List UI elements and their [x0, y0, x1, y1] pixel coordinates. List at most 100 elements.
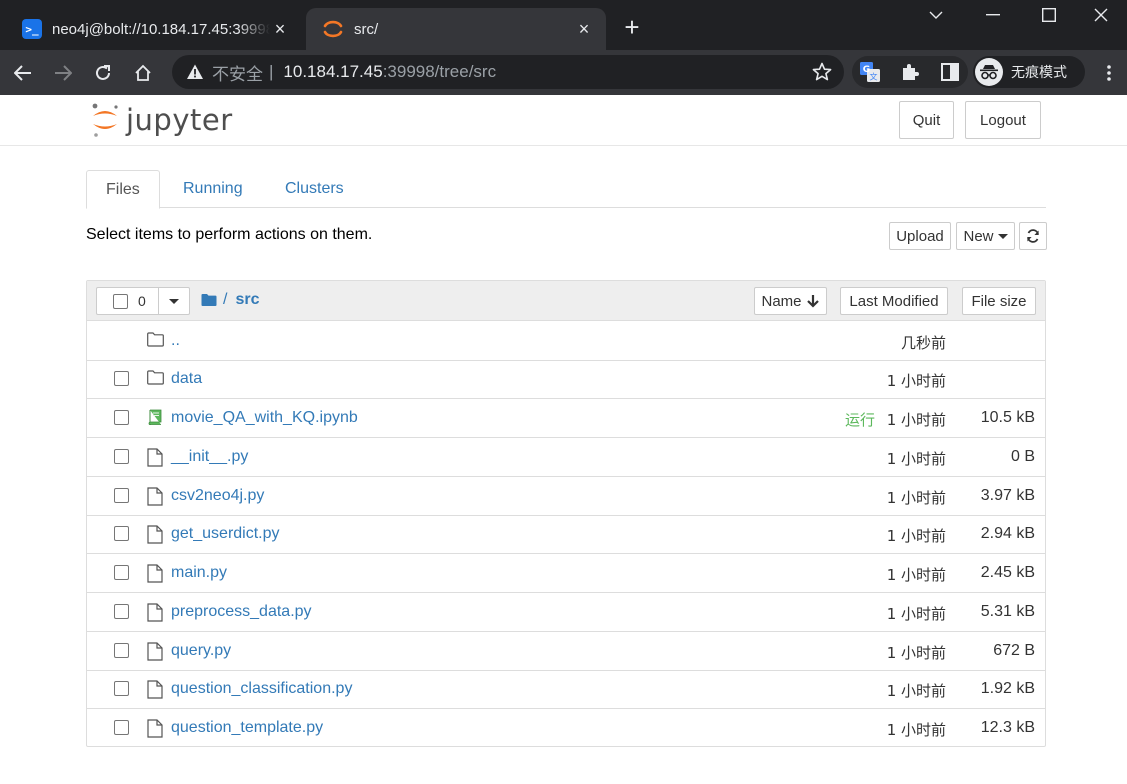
tab-title: src/ [354, 20, 379, 38]
file-row[interactable]: question_template.py 1 小时前 12.3 kB [87, 709, 1045, 748]
close-window-icon[interactable] [1075, 0, 1127, 30]
file-name-link[interactable]: csv2neo4j.py [171, 487, 264, 505]
folder-icon [147, 370, 164, 388]
file-icon [147, 448, 163, 467]
selection-hint: Select items to perform actions on them. [86, 226, 373, 243]
file-name-link[interactable]: preprocess_data.py [171, 603, 312, 621]
row-checkbox[interactable] [114, 604, 129, 619]
jupyter-logo[interactable]: jupyter [90, 101, 233, 139]
file-row[interactable]: __init__.py 1 小时前 0 B [87, 438, 1045, 477]
extensions-group: G 文 [852, 56, 968, 88]
file-name-link[interactable]: .. [171, 332, 180, 350]
checkbox[interactable] [113, 293, 128, 309]
tab-neo4j-terminal[interactable]: >_ neo4j@bolt://10.184.17.45:39998 × [6, 8, 302, 50]
file-icon [147, 525, 163, 544]
file-size: 10.5 kB [980, 409, 1035, 426]
file-size: 672 B [993, 642, 1035, 659]
tab-files[interactable]: Files [86, 170, 160, 209]
select-dropdown-button[interactable] [158, 288, 189, 314]
quit-button[interactable]: Quit [899, 101, 954, 139]
file-row[interactable]: preprocess_data.py 1 小时前 5.31 kB [87, 593, 1045, 632]
forward-arrow-icon[interactable] [47, 57, 79, 89]
last-modified: 1 小时前 [886, 372, 946, 390]
file-icon [147, 719, 163, 738]
upload-button[interactable]: Upload [889, 222, 951, 250]
translate-icon[interactable]: G 文 [854, 56, 886, 88]
row-checkbox[interactable] [114, 720, 129, 735]
row-checkbox[interactable] [114, 526, 129, 541]
file-row[interactable]: query.py 1 小时前 672 B [87, 632, 1045, 671]
file-name-link[interactable]: main.py [171, 564, 227, 582]
terminal-icon: >_ [22, 19, 42, 39]
tab-title: neo4j@bolt://10.184.17.45:39998 [52, 20, 270, 38]
tab-src[interactable]: src/ × [306, 8, 606, 50]
file-row[interactable]: data 1 小时前 [87, 360, 1045, 399]
sort-by-name-button[interactable]: Name [754, 287, 827, 315]
sort-by-modified-button[interactable]: Last Modified [840, 287, 948, 315]
row-checkbox[interactable] [114, 488, 129, 503]
tab-running[interactable]: Running [164, 170, 262, 208]
notebook-icon [147, 409, 163, 427]
tab-clusters[interactable]: Clusters [266, 170, 363, 208]
minimize-icon[interactable] [965, 0, 1021, 30]
back-arrow-icon[interactable] [7, 57, 39, 89]
running-status-badge: 运行 [844, 411, 875, 429]
side-panel-icon[interactable] [934, 56, 966, 88]
puzzle-icon[interactable] [894, 56, 926, 88]
logout-button[interactable]: Logout [965, 101, 1041, 139]
more-vertical-icon[interactable] [1096, 57, 1122, 89]
row-checkbox[interactable] [114, 410, 129, 425]
sort-by-size-button[interactable]: File size [962, 287, 1036, 315]
row-checkbox[interactable] [114, 371, 129, 386]
file-name-link[interactable]: question_classification.py [171, 680, 352, 698]
last-modified: 1 小时前 [886, 605, 946, 623]
new-tab-plus-icon[interactable]: + [617, 12, 647, 42]
url-path: :39998/tree/src [382, 62, 497, 81]
close-icon[interactable]: × [270, 19, 290, 40]
row-checkbox[interactable] [114, 565, 129, 580]
file-name-link[interactable]: get_userdict.py [171, 525, 280, 543]
file-row[interactable]: movie_QA_with_KQ.ipynb 运行 1 小时前 10.5 kB [87, 399, 1045, 438]
file-row[interactable]: question_classification.py 1 小时前 1.92 kB [87, 670, 1045, 709]
chevron-down-icon[interactable] [908, 0, 964, 30]
file-name-link[interactable]: data [171, 370, 202, 388]
svg-text:文: 文 [870, 72, 878, 82]
address-separator: | [269, 62, 274, 81]
jupyter-header: jupyter Quit Logout [0, 95, 1127, 146]
select-all-checkbox[interactable]: 0 [97, 288, 158, 314]
last-modified: 1 小时前 [886, 527, 946, 545]
file-name-link[interactable]: __init__.py [171, 448, 248, 466]
file-row[interactable]: main.py 1 小时前 2.45 kB [87, 554, 1045, 593]
row-checkbox[interactable] [114, 681, 129, 696]
breadcrumb-current-dir[interactable]: src [235, 291, 259, 309]
last-modified: 1 小时前 [886, 644, 946, 662]
new-dropdown-button[interactable]: New [956, 222, 1015, 250]
file-name-link[interactable]: query.py [171, 642, 231, 660]
row-checkbox[interactable] [114, 643, 129, 658]
file-icon [147, 642, 163, 661]
refresh-button[interactable] [1019, 222, 1047, 250]
file-row[interactable]: csv2neo4j.py 1 小时前 3.97 kB [87, 477, 1045, 516]
last-modified: 1 小时前 [886, 411, 946, 429]
incognito-profile-button[interactable]: 无痕模式 [973, 56, 1085, 88]
file-name-link[interactable]: question_template.py [171, 719, 323, 737]
file-list: 0 / src Name Last Modified File size .. 几… [86, 280, 1046, 747]
close-icon[interactable]: × [574, 19, 594, 40]
address-bar[interactable]: 不安全 | 10.184.17.45:39998/tree/src [172, 55, 844, 89]
file-row[interactable]: get_userdict.py 1 小时前 2.94 kB [87, 515, 1045, 554]
file-name-link[interactable]: movie_QA_with_KQ.ipynb [171, 409, 358, 427]
file-row[interactable]: .. 几秒前 [87, 322, 1045, 361]
file-size: 12.3 kB [980, 719, 1035, 736]
home-icon[interactable] [127, 57, 159, 89]
folder-icon [147, 332, 164, 350]
file-icon [147, 680, 163, 699]
folder-icon[interactable] [201, 293, 217, 307]
bookmark-star-icon[interactable] [812, 62, 832, 82]
url-text[interactable]: 10.184.17.45:39998/tree/src [283, 62, 496, 82]
maximize-icon[interactable] [1021, 0, 1077, 30]
select-all-group: 0 [96, 287, 190, 315]
reload-icon[interactable] [87, 57, 119, 89]
row-checkbox[interactable] [114, 449, 129, 464]
warning-icon[interactable] [186, 63, 204, 81]
last-modified: 1 小时前 [886, 682, 946, 700]
